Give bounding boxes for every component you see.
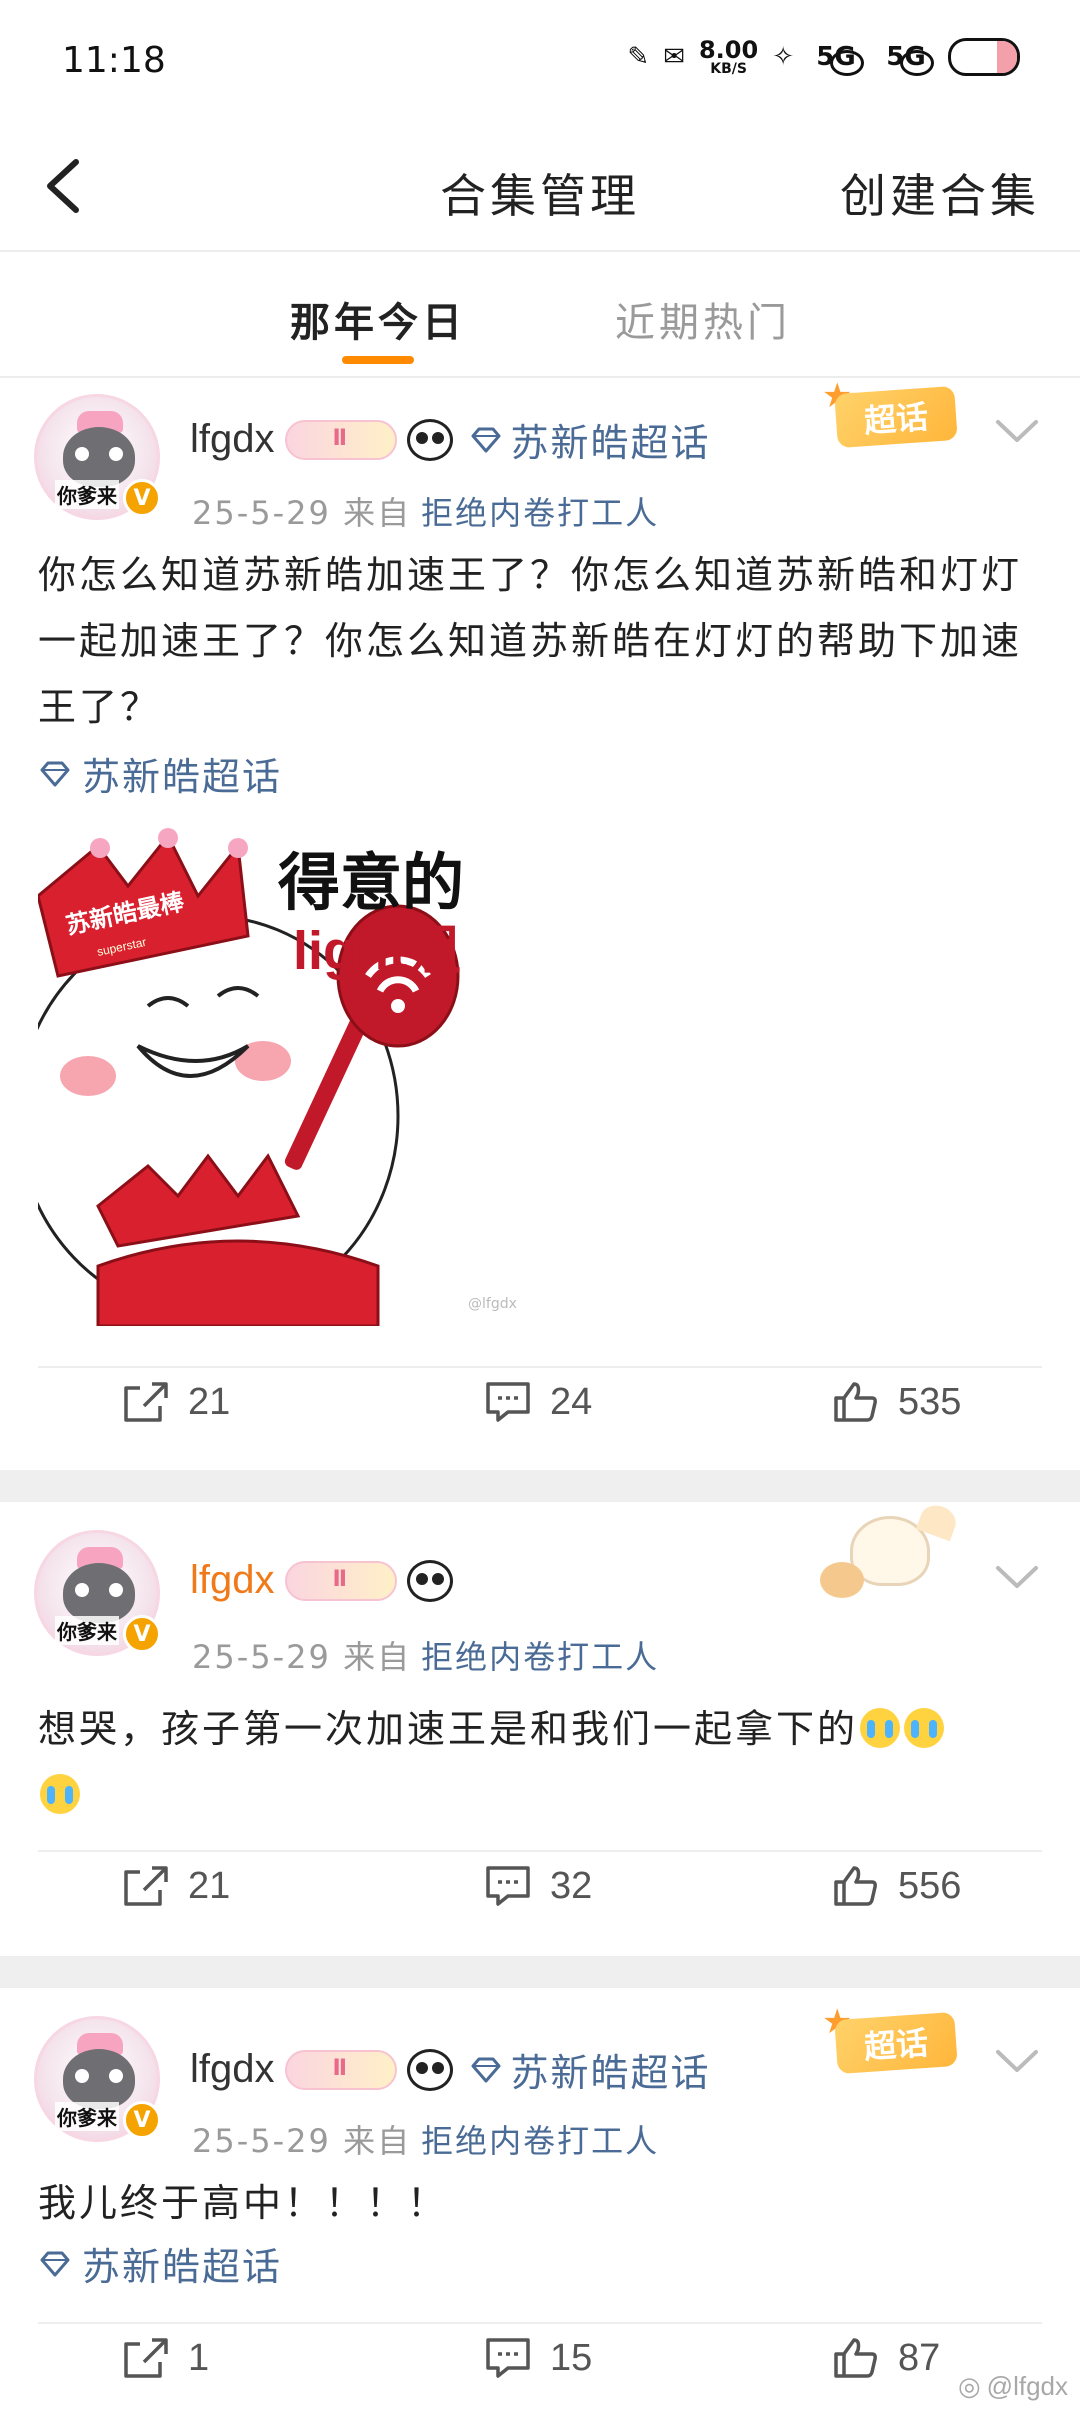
status-icons: ✎ ✉ 8.00 KB/S ✧ 5G 5G <box>627 36 1020 78</box>
thumbs-up-icon <box>834 2338 877 2378</box>
username-row: lfgdx <box>190 1558 453 1603</box>
username-row: lfgdx 苏新皓超话 <box>190 2042 711 2097</box>
post-text: 想哭，孩子第一次加速王是和我们一起拿下的 <box>38 1696 1050 1828</box>
thumbs-up-icon <box>834 1382 877 1422</box>
repost-button[interactable]: 1 <box>122 2336 209 2380</box>
comment-icon <box>486 2338 530 2378</box>
sticker-watermark: @lfgdx <box>468 1296 517 1312</box>
topic-inline-link[interactable]: 苏新皓超话 <box>469 412 711 467</box>
section-gap <box>0 1956 1080 1988</box>
post-meta: 25-5-29 来自 拒绝内卷打工人 <box>192 1638 660 1676</box>
action-bar: 1 15 87 <box>0 2336 1080 2414</box>
chevron-down-icon <box>996 2050 1038 2072</box>
share-icon <box>124 1382 168 1422</box>
divider <box>38 1850 1042 1852</box>
bunny-decoration <box>800 1500 980 1612</box>
share-icon <box>124 1866 168 1906</box>
chevron-down-icon <box>996 1566 1038 1588</box>
post-menu-button[interactable] <box>994 2046 1040 2076</box>
signal-5g-icon: 5G <box>808 36 864 78</box>
level-badge-icon <box>284 419 397 460</box>
avatar[interactable]: 你爹来 V <box>34 1530 161 1656</box>
tab-recent-hot[interactable]: 近期热门 <box>615 290 791 348</box>
weibo-watermark: ◎ @lfgdx <box>957 2371 1068 2401</box>
sparkle-icon: ✧ <box>772 42 794 72</box>
like-button[interactable]: 87 <box>832 2336 940 2380</box>
post-source[interactable]: 拒绝内卷打工人 <box>421 494 659 532</box>
comment-button[interactable]: 15 <box>484 2336 592 2380</box>
status-time: 11:18 <box>62 40 166 81</box>
repost-button[interactable]: 21 <box>122 1864 230 1908</box>
verified-badge-icon: V <box>123 1615 161 1653</box>
diamond-icon <box>40 2251 70 2276</box>
active-tab-indicator <box>342 356 414 364</box>
divider <box>38 2322 1042 2324</box>
weibo-logo-icon: ◎ <box>957 2371 981 2401</box>
create-collection-button[interactable]: 创建合集 <box>840 160 1040 226</box>
action-bar: 21 24 535 <box>0 1380 1080 1460</box>
action-bar: 21 32 556 <box>0 1864 1080 1944</box>
post-image[interactable]: 苏新皓最棒 superstar 得意的 light姐 @lfgdx <box>38 826 522 1326</box>
post-card[interactable]: 你爹来 V lfgdx 苏新皓超话 ★ 超话 25-5-29 来自拒绝内卷打工人… <box>0 376 1080 1470</box>
comment-button[interactable]: 32 <box>484 1864 592 1908</box>
crying-emoji-icon <box>40 1774 80 1814</box>
tab-on-this-day[interactable]: 那年今日 <box>290 290 466 348</box>
level-badge-icon <box>284 1560 397 1601</box>
panda-icon <box>406 418 453 461</box>
username-row: lfgdx 苏新皓超话 <box>190 412 711 467</box>
carrot-icon: ✎ <box>627 42 650 72</box>
post-card[interactable]: 你爹来 V lfgdx 25-5-29 来自拒绝内卷打工人 想哭，孩子第一次加速… <box>0 1500 1080 1956</box>
post-menu-button[interactable] <box>994 416 1040 446</box>
topic-link[interactable]: 苏新皓超话 <box>38 2236 282 2291</box>
like-button[interactable]: 556 <box>832 1864 961 1908</box>
battery-icon <box>948 38 1020 76</box>
divider <box>38 1366 1042 1368</box>
comment-icon <box>486 1866 530 1906</box>
signal-5g-icon-2: 5G <box>878 36 934 78</box>
comment-icon <box>486 1382 530 1422</box>
crying-emoji-icon <box>904 1708 945 1748</box>
username[interactable]: lfgdx <box>190 2047 275 2092</box>
envelope-icon: ✉ <box>663 42 685 72</box>
post-source[interactable]: 拒绝内卷打工人 <box>421 2122 659 2160</box>
post-text: 你怎么知道苏新皓加速王了？你怎么知道苏新皓和灯灯一起加速王了？你怎么知道苏新皓在… <box>38 553 1023 729</box>
network-speed: 8.00 KB/S <box>698 36 759 77</box>
avatar[interactable]: 你爹来 V <box>34 394 161 520</box>
sticker-caption-2: light姐 <box>293 921 461 981</box>
panda-icon <box>406 1559 453 1602</box>
post-card[interactable]: 你爹来 V lfgdx 苏新皓超话 ★ 超话 25-5-29 来自拒绝内卷打工人… <box>0 1988 1080 2414</box>
username[interactable]: lfgdx <box>190 417 275 462</box>
chevron-down-icon <box>996 420 1038 442</box>
top-header: 合集管理 创建合集 <box>0 120 1080 252</box>
level-badge-icon <box>284 2049 397 2090</box>
panda-icon <box>406 2048 453 2091</box>
post-menu-button[interactable] <box>994 1562 1040 1592</box>
verified-badge-icon: V <box>123 2101 161 2139</box>
supertopic-badge: ★ 超话 <box>822 2002 970 2086</box>
status-bar: 11:18 ✎ ✉ 8.00 KB/S ✧ 5G 5G <box>0 0 1080 120</box>
verified-badge-icon: V <box>123 479 161 517</box>
thumbs-up-icon <box>834 1866 877 1906</box>
post-text: 我儿终于高中！！！！ <box>38 2181 449 2225</box>
share-icon <box>124 2338 168 2378</box>
diamond-icon <box>471 427 500 452</box>
topic-inline-link[interactable]: 苏新皓超话 <box>469 2042 711 2097</box>
post-source[interactable]: 拒绝内卷打工人 <box>421 1638 659 1676</box>
post-meta: 25-5-29 来自 拒绝内卷打工人 <box>192 2122 660 2160</box>
section-gap <box>0 1470 1080 1502</box>
crying-emoji-icon <box>860 1708 901 1748</box>
username[interactable]: lfgdx <box>190 1558 275 1603</box>
like-button[interactable]: 535 <box>832 1380 961 1424</box>
diamond-icon <box>40 761 70 786</box>
avatar[interactable]: 你爹来 V <box>34 2016 161 2142</box>
topic-link[interactable]: 苏新皓超话 <box>38 746 282 801</box>
comment-button[interactable]: 24 <box>484 1380 592 1424</box>
tab-bar: 那年今日 近期热门 <box>0 252 1080 378</box>
supertopic-badge: ★ 超话 <box>822 376 970 460</box>
post-meta: 25-5-29 来自 拒绝内卷打工人 <box>192 494 660 532</box>
diamond-icon <box>471 2057 500 2082</box>
repost-button[interactable]: 21 <box>122 1380 230 1424</box>
